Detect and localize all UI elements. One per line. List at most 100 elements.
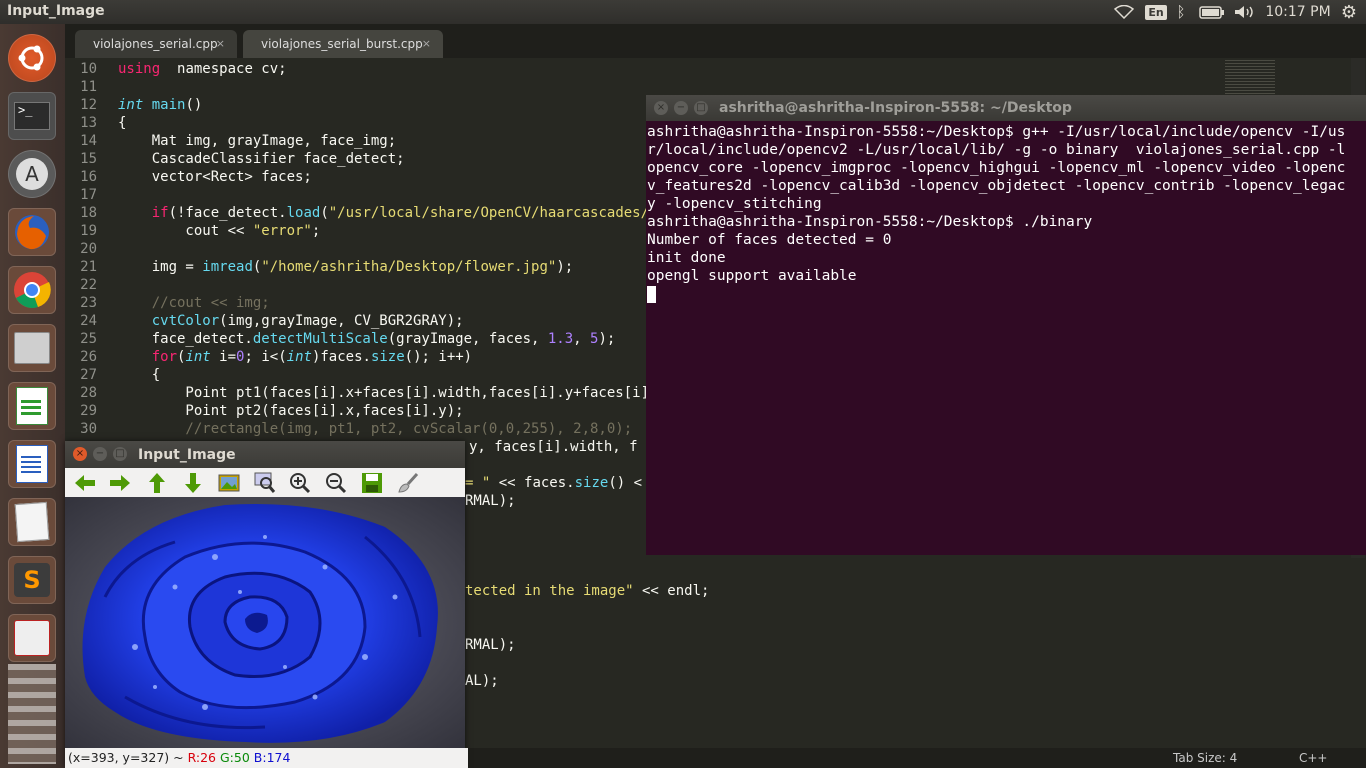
code-line: = " << faces.size() < bbox=[465, 474, 642, 492]
terminal-output[interactable]: ashritha@ashritha-Inspiron-5558:~/Deskto… bbox=[646, 123, 1366, 555]
code-line: tected in the image" << endl; bbox=[465, 582, 709, 600]
picture-icon[interactable] bbox=[217, 471, 241, 495]
line-number: 21 bbox=[80, 259, 97, 275]
line-number: 20 bbox=[80, 241, 97, 257]
arrow-down-icon[interactable] bbox=[181, 471, 205, 495]
viewer-titlebar[interactable]: × − □ Input_Image bbox=[65, 441, 465, 468]
code-token: )faces. bbox=[311, 349, 371, 365]
clock[interactable]: 10:17 PM bbox=[1262, 0, 1334, 24]
code-token: ; bbox=[311, 223, 321, 239]
viewer-title: Input_Image bbox=[138, 447, 236, 463]
code-token: Point pt1(faces[i].x+faces[i].width,face… bbox=[118, 385, 725, 401]
code-token: ); bbox=[598, 331, 616, 347]
line-number: 10 bbox=[80, 61, 97, 77]
line-number: 23 bbox=[80, 295, 97, 311]
syntax-indicator[interactable]: C++ bbox=[1299, 751, 1328, 765]
line-number: 14 bbox=[80, 133, 97, 149]
line-number: 17 bbox=[80, 187, 97, 203]
code-token: imread bbox=[202, 259, 253, 275]
terminal-window[interactable]: × − □ ashritha@ashritha-Inspiron-5558: ~… bbox=[646, 95, 1366, 555]
line-number: 19 bbox=[80, 223, 97, 239]
pixel-green-value: G:50 bbox=[220, 750, 250, 765]
code-token: "error" bbox=[252, 223, 312, 239]
line-number: 27 bbox=[80, 367, 97, 383]
wifi-icon[interactable] bbox=[1112, 0, 1136, 24]
code-line: CascadeClassifier face_detect; bbox=[118, 150, 405, 168]
terminal-titlebar[interactable]: × − □ ashritha@ashritha-Inspiron-5558: ~… bbox=[646, 95, 1366, 121]
code-token: load bbox=[286, 205, 321, 221]
code-token: detectMultiScale bbox=[252, 331, 388, 347]
keyboard-language-indicator[interactable]: En bbox=[1145, 0, 1167, 24]
save-icon[interactable] bbox=[360, 471, 384, 495]
files-icon[interactable] bbox=[8, 324, 56, 372]
sublime-text-icon[interactable]: S bbox=[8, 556, 56, 604]
gear-icon[interactable]: ⚙ bbox=[1338, 0, 1360, 24]
maximize-icon[interactable]: □ bbox=[113, 447, 127, 461]
minimize-icon[interactable]: − bbox=[93, 447, 107, 461]
zoom-out-icon[interactable] bbox=[324, 471, 348, 495]
battery-icon[interactable] bbox=[1197, 0, 1227, 24]
minimize-icon[interactable]: − bbox=[674, 101, 688, 115]
software-updater-icon[interactable]: A bbox=[8, 150, 56, 198]
line-number: 12 bbox=[80, 97, 97, 113]
zoom-in-icon[interactable] bbox=[288, 471, 312, 495]
bluetooth-icon[interactable]: ᛒ bbox=[1173, 0, 1189, 24]
text-editor-icon[interactable] bbox=[8, 498, 56, 546]
terminal-line: y -lopencv_stitching bbox=[647, 196, 822, 212]
close-icon[interactable]: × bbox=[654, 101, 668, 115]
launcher-stacked-icons[interactable] bbox=[8, 664, 56, 764]
libreoffice-writer-icon[interactable] bbox=[8, 440, 56, 488]
pixel-blue-value: B:174 bbox=[253, 750, 291, 765]
maximize-icon[interactable]: □ bbox=[694, 101, 708, 115]
code-token: int bbox=[286, 349, 312, 365]
code-line: Point pt1(faces[i].x+faces[i].width,face… bbox=[118, 384, 725, 402]
terminal-icon[interactable]: >_ bbox=[8, 92, 56, 140]
code-token: "/usr/local/share/OpenCV/haarcascades/ bbox=[328, 205, 650, 221]
terminal-title: ashritha@ashritha-Inspiron-5558: ~/Deskt… bbox=[719, 100, 1072, 116]
code-token: i= bbox=[210, 349, 237, 365]
code-token: "/home/ashritha/Desktop/flower.jpg" bbox=[261, 259, 557, 275]
code-token: (!face_detect. bbox=[168, 205, 287, 221]
code-line: cvtColor(img,grayImage, CV_BGR2GRAY); bbox=[118, 312, 464, 330]
pixel-info-status: (x=393, y=327) ~ R:26 G:50 B:174 bbox=[65, 748, 468, 768]
arrow-right-icon[interactable] bbox=[108, 471, 132, 495]
volume-icon[interactable] bbox=[1233, 0, 1257, 24]
close-icon[interactable]: × bbox=[73, 447, 87, 461]
arrow-up-icon[interactable] bbox=[145, 471, 169, 495]
code-token: ; i<( bbox=[244, 349, 287, 365]
code-token: int bbox=[118, 97, 144, 113]
tab-size-indicator[interactable]: Tab Size: 4 bbox=[1173, 751, 1237, 765]
code-token: main bbox=[151, 97, 186, 113]
terminal-line: v_features2d -lopencv_calib3d -lopencv_o… bbox=[647, 178, 1346, 194]
libreoffice-calc-icon[interactable] bbox=[8, 382, 56, 430]
displayed-image[interactable] bbox=[65, 497, 465, 748]
code-token: () bbox=[185, 97, 203, 113]
code-token: cout << bbox=[118, 223, 253, 239]
line-number: 25 bbox=[80, 331, 97, 347]
code-line: AL); bbox=[465, 672, 499, 690]
arrow-left-icon[interactable] bbox=[73, 471, 97, 495]
line-number: 13 bbox=[80, 115, 97, 131]
code-token: for bbox=[151, 349, 178, 365]
firefox-icon[interactable] bbox=[8, 208, 56, 256]
terminal-line: opengl support available bbox=[647, 268, 857, 284]
code-token: if bbox=[151, 205, 169, 221]
minimap[interactable] bbox=[1225, 60, 1275, 100]
code-token: AL); bbox=[465, 673, 499, 689]
code-token: using bbox=[118, 61, 161, 77]
code-line: using namespace cv; bbox=[118, 60, 287, 78]
code-token: { bbox=[118, 367, 161, 383]
document-viewer-icon[interactable] bbox=[8, 614, 56, 662]
image-viewer-window[interactable]: × − □ Input_Image (x=393, y=327) ~ R:26 … bbox=[65, 441, 468, 768]
line-number: 15 bbox=[80, 151, 97, 167]
code-token: CascadeClassifier face_detect; bbox=[118, 151, 405, 167]
terminal-line: ashritha@ashritha-Inspiron-5558:~/Deskto… bbox=[647, 214, 1093, 230]
zoom-fit-icon[interactable] bbox=[253, 471, 277, 495]
code-token: size bbox=[370, 349, 405, 365]
chrome-icon[interactable] bbox=[8, 266, 56, 314]
ubuntu-dash-icon[interactable] bbox=[8, 34, 56, 82]
brush-icon[interactable] bbox=[396, 471, 420, 495]
keyboard-language-label: En bbox=[1145, 4, 1167, 20]
code-token: { bbox=[118, 115, 127, 131]
line-number: 11 bbox=[80, 79, 97, 95]
